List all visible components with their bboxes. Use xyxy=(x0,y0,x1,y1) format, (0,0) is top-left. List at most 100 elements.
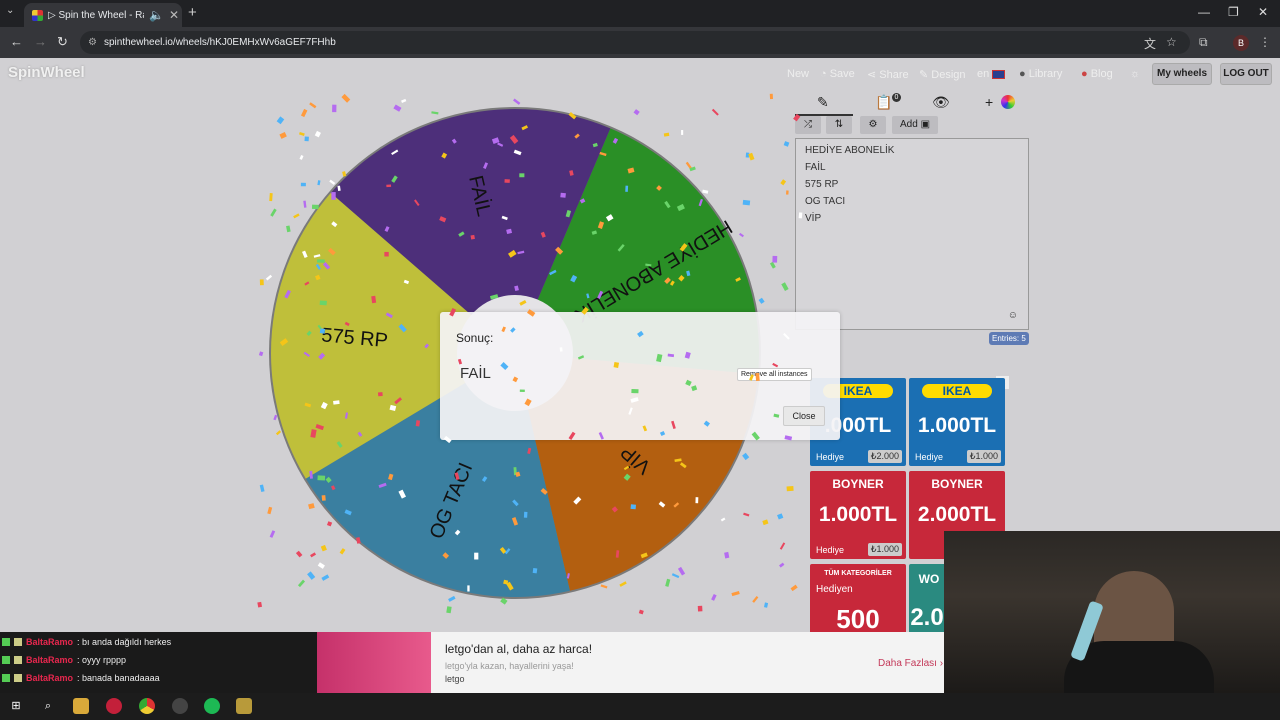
ad-tile[interactable]: IKEA 1.000TL Hediye ₺1.000 xyxy=(909,378,1005,466)
forward-icon[interactable]: → xyxy=(34,34,47,49)
badge-icon xyxy=(14,656,22,664)
league-client-icon[interactable] xyxy=(236,698,252,714)
site-favicon-icon xyxy=(32,9,43,21)
sort-button[interactable]: ⇅ xyxy=(826,116,852,134)
ad-hediye: Hediyen xyxy=(816,584,853,595)
spotify-icon[interactable] xyxy=(204,698,220,714)
browser-tab[interactable]: ▷ Spin the Wheel - Randon 🔈 ✕ xyxy=(24,3,182,27)
ad-brand: BOYNER xyxy=(832,477,884,491)
new-tab-icon[interactable]: + xyxy=(188,4,197,21)
chat-message: BaltaRamo: bı anda dağıldı herkes xyxy=(2,637,171,647)
ad-more-label: Daha Fazlası xyxy=(878,658,937,669)
windows-start-icon[interactable]: ⊞ xyxy=(8,698,24,714)
extensions-icon[interactable]: ⧉ xyxy=(1199,35,1208,50)
ad-amount: 1.000TL xyxy=(818,503,898,526)
ad-image[interactable] xyxy=(317,632,431,693)
dialog-title: Sonuç: xyxy=(456,331,494,345)
add-image-label: Add xyxy=(899,119,918,130)
ad-price: ₺2.000 xyxy=(867,450,902,463)
file-explorer-icon[interactable] xyxy=(73,698,89,714)
taskbar: ⊞ ⌕ xyxy=(0,693,1280,720)
profile-avatar[interactable]: B xyxy=(1233,35,1249,51)
address-bar-row: ← → ↻ ⚙ spinthewheel.io/wheels/hKJ0EMHxW… xyxy=(0,27,1280,58)
entry-line: FAİL xyxy=(805,162,826,173)
ad-tile[interactable]: TÜM KATEGORİLER Hediyen 500 xyxy=(810,564,906,632)
ad-brand: IKEA xyxy=(922,384,992,398)
remove-all-instances-button[interactable]: Remove all instances xyxy=(737,368,812,381)
entry-line: HEDİYE ABONELİK xyxy=(805,145,895,156)
webcam-overlay xyxy=(944,531,1280,693)
chat-text: : oyyy rpppp xyxy=(77,655,127,665)
entries-textarea[interactable]: HEDİYE ABONELİK FAİL 575 RP OG TACI VİP … xyxy=(795,138,1029,330)
entries-count-badge: Entries: 5 xyxy=(989,332,1029,345)
image-icon: ▣ xyxy=(920,119,931,130)
chrome-icon[interactable] xyxy=(139,698,155,714)
browser-menu-icon[interactable]: ⋮ xyxy=(1259,35,1271,49)
ad-brand: BOYNER xyxy=(931,477,983,491)
ad-brand-name: letgo xyxy=(445,674,465,684)
result-dialog: Sonuç: FAİL Remove all instances Close xyxy=(440,312,840,440)
close-window-icon[interactable]: ✕ xyxy=(1258,5,1268,19)
restore-icon[interactable]: ❐ xyxy=(1228,5,1239,19)
chat-username: BaltaRamo xyxy=(26,655,74,665)
badge-icon xyxy=(14,674,22,682)
stream-chat: BaltaRamo: bı anda dağıldı herkes BaltaR… xyxy=(0,632,317,693)
hide-eye-icon[interactable]: 👁 xyxy=(932,94,950,111)
chat-username: BaltaRamo xyxy=(26,673,74,683)
entry-line: 575 RP xyxy=(805,179,839,190)
close-tab-icon[interactable]: ✕ xyxy=(169,8,179,22)
opera-icon[interactable] xyxy=(106,698,122,714)
translate-icon[interactable]: 文 xyxy=(1144,35,1156,52)
ad-brand: TÜM KATEGORİLER xyxy=(824,570,892,577)
add-image-button[interactable]: Add ▣ xyxy=(892,116,938,134)
ad-amount: 500 xyxy=(836,604,880,632)
badge-icon xyxy=(2,656,10,664)
entry-line: OG TACI xyxy=(805,196,846,207)
entry-line: VİP xyxy=(805,213,822,224)
ad-amount: 2.000TL xyxy=(917,503,997,526)
back-icon[interactable]: ← xyxy=(10,34,23,49)
chevron-right-icon: › xyxy=(939,658,944,669)
chat-message: BaltaRamo: oyyy rpppp xyxy=(2,655,126,665)
notification-badge: 0 xyxy=(892,93,901,102)
ad-more-link[interactable]: Daha Fazlası › xyxy=(878,658,943,669)
chat-message: BaltaRamo: banada banadaaaa xyxy=(2,673,160,683)
url-field[interactable]: ⚙ spinthewheel.io/wheels/hKJ0EMHxWv6aGEF… xyxy=(80,31,1190,54)
add-plus-icon[interactable]: + xyxy=(985,94,993,110)
badge-icon xyxy=(2,638,10,646)
result-text: FAİL xyxy=(460,365,491,382)
ad-hediye: Hediye xyxy=(816,452,845,462)
emoji-icon[interactable]: ☺ xyxy=(1008,310,1018,321)
shuffle-icon: ⤮ xyxy=(804,119,812,130)
minimize-icon[interactable]: — xyxy=(1198,5,1210,19)
ad-tile[interactable]: BOYNER 1.000TL Hediye ₺1.000 xyxy=(810,471,906,559)
sort-icon: ⇅ xyxy=(834,119,844,130)
ad-hediye: Hediye xyxy=(816,545,845,555)
ad-amount: 1.000TL xyxy=(917,414,997,437)
badge-icon xyxy=(14,638,22,646)
color-palette-icon[interactable] xyxy=(1001,95,1015,109)
badge-icon xyxy=(2,674,10,682)
tab-title: ▷ Spin the Wheel - Randon xyxy=(48,9,144,21)
settings-button[interactable]: ⚙ xyxy=(860,116,886,134)
ad-price: ₺1.000 xyxy=(867,543,902,556)
speaker-icon[interactable]: 🔈 xyxy=(149,8,164,22)
search-icon[interactable]: ⌕ xyxy=(40,698,56,714)
site-info-icon[interactable]: ⚙ xyxy=(88,31,97,54)
clipboard-icon[interactable]: 📋 xyxy=(875,94,892,111)
browser-tab-bar: ⌄ ▷ Spin the Wheel - Randon 🔈 ✕ + — ❐ ✕ xyxy=(0,0,1280,27)
panel-tabs: ✎ 📋 0 👁 + xyxy=(795,93,1030,118)
close-button[interactable]: Close xyxy=(783,406,825,426)
gear-icon: ⚙ xyxy=(868,119,878,130)
edit-entries-pencil-icon[interactable]: ✎ xyxy=(817,94,829,111)
shuffle-button[interactable]: ⤮ xyxy=(795,116,821,134)
obs-icon[interactable] xyxy=(172,698,188,714)
bookmark-star-icon[interactable]: ☆ xyxy=(1166,35,1177,49)
chat-text: : banada banadaaaa xyxy=(77,673,160,683)
chat-text: : bı anda dağıldı herkes xyxy=(77,637,172,647)
ad-title[interactable]: letgo'dan al, daha az harca! xyxy=(445,642,592,656)
tab-search-icon[interactable]: ⌄ xyxy=(6,5,14,16)
bottom-banner-ad[interactable]: letgo'dan al, daha az harca! letgo'yla k… xyxy=(317,632,958,693)
url-text: spinthewheel.io/wheels/hKJ0EMHxWv6aGEF7F… xyxy=(104,37,336,48)
reload-icon[interactable]: ↻ xyxy=(57,34,68,50)
